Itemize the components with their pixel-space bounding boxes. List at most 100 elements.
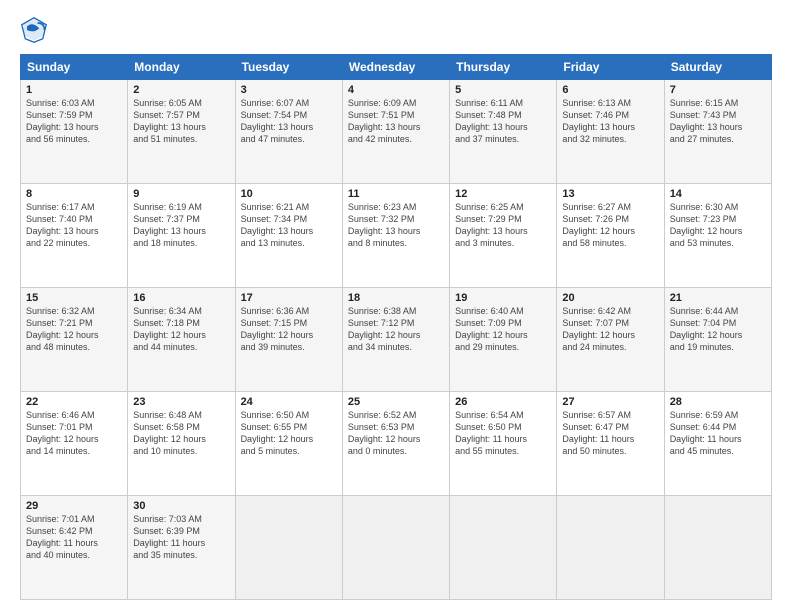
table-row: 5Sunrise: 6:11 AM Sunset: 7:48 PM Daylig… — [450, 80, 557, 184]
col-monday: Monday — [128, 55, 235, 80]
day-number: 4 — [348, 84, 444, 96]
table-row: 7Sunrise: 6:15 AM Sunset: 7:43 PM Daylig… — [664, 80, 771, 184]
day-info: Sunrise: 6:15 AM Sunset: 7:43 PM Dayligh… — [670, 97, 766, 146]
calendar-week-row: 8Sunrise: 6:17 AM Sunset: 7:40 PM Daylig… — [21, 184, 772, 288]
table-row: 18Sunrise: 6:38 AM Sunset: 7:12 PM Dayli… — [342, 288, 449, 392]
day-info: Sunrise: 6:21 AM Sunset: 7:34 PM Dayligh… — [241, 201, 337, 250]
calendar-week-row: 22Sunrise: 6:46 AM Sunset: 7:01 PM Dayli… — [21, 392, 772, 496]
day-info: Sunrise: 6:07 AM Sunset: 7:54 PM Dayligh… — [241, 97, 337, 146]
day-info: Sunrise: 6:09 AM Sunset: 7:51 PM Dayligh… — [348, 97, 444, 146]
table-row: 12Sunrise: 6:25 AM Sunset: 7:29 PM Dayli… — [450, 184, 557, 288]
day-number: 23 — [133, 396, 229, 408]
day-info: Sunrise: 6:52 AM Sunset: 6:53 PM Dayligh… — [348, 409, 444, 458]
table-row: 23Sunrise: 6:48 AM Sunset: 6:58 PM Dayli… — [128, 392, 235, 496]
col-tuesday: Tuesday — [235, 55, 342, 80]
table-row: 28Sunrise: 6:59 AM Sunset: 6:44 PM Dayli… — [664, 392, 771, 496]
table-row: 6Sunrise: 6:13 AM Sunset: 7:46 PM Daylig… — [557, 80, 664, 184]
day-number: 5 — [455, 84, 551, 96]
day-number: 9 — [133, 188, 229, 200]
day-info: Sunrise: 6:11 AM Sunset: 7:48 PM Dayligh… — [455, 97, 551, 146]
calendar-week-row: 1Sunrise: 6:03 AM Sunset: 7:59 PM Daylig… — [21, 80, 772, 184]
day-number: 25 — [348, 396, 444, 408]
logo — [20, 16, 54, 44]
table-row: 30Sunrise: 7:03 AM Sunset: 6:39 PM Dayli… — [128, 496, 235, 600]
day-info: Sunrise: 6:44 AM Sunset: 7:04 PM Dayligh… — [670, 305, 766, 354]
col-thursday: Thursday — [450, 55, 557, 80]
table-row: 24Sunrise: 6:50 AM Sunset: 6:55 PM Dayli… — [235, 392, 342, 496]
day-number: 12 — [455, 188, 551, 200]
table-row: 14Sunrise: 6:30 AM Sunset: 7:23 PM Dayli… — [664, 184, 771, 288]
table-row: 27Sunrise: 6:57 AM Sunset: 6:47 PM Dayli… — [557, 392, 664, 496]
day-info: Sunrise: 7:03 AM Sunset: 6:39 PM Dayligh… — [133, 513, 229, 562]
day-number: 15 — [26, 292, 122, 304]
day-number: 18 — [348, 292, 444, 304]
day-number: 22 — [26, 396, 122, 408]
header — [20, 16, 772, 44]
day-number: 7 — [670, 84, 766, 96]
table-row: 21Sunrise: 6:44 AM Sunset: 7:04 PM Dayli… — [664, 288, 771, 392]
day-number: 1 — [26, 84, 122, 96]
day-info: Sunrise: 6:46 AM Sunset: 7:01 PM Dayligh… — [26, 409, 122, 458]
table-row: 25Sunrise: 6:52 AM Sunset: 6:53 PM Dayli… — [342, 392, 449, 496]
table-row: 20Sunrise: 6:42 AM Sunset: 7:07 PM Dayli… — [557, 288, 664, 392]
table-row: 8Sunrise: 6:17 AM Sunset: 7:40 PM Daylig… — [21, 184, 128, 288]
day-number: 3 — [241, 84, 337, 96]
day-info: Sunrise: 6:30 AM Sunset: 7:23 PM Dayligh… — [670, 201, 766, 250]
table-row: 1Sunrise: 6:03 AM Sunset: 7:59 PM Daylig… — [21, 80, 128, 184]
day-number: 16 — [133, 292, 229, 304]
day-info: Sunrise: 6:13 AM Sunset: 7:46 PM Dayligh… — [562, 97, 658, 146]
calendar-header-row: Sunday Monday Tuesday Wednesday Thursday… — [21, 55, 772, 80]
day-number: 29 — [26, 500, 122, 512]
day-info: Sunrise: 6:05 AM Sunset: 7:57 PM Dayligh… — [133, 97, 229, 146]
day-info: Sunrise: 6:36 AM Sunset: 7:15 PM Dayligh… — [241, 305, 337, 354]
table-row: 29Sunrise: 7:01 AM Sunset: 6:42 PM Dayli… — [21, 496, 128, 600]
table-row — [342, 496, 449, 600]
day-number: 19 — [455, 292, 551, 304]
day-number: 13 — [562, 188, 658, 200]
table-row: 4Sunrise: 6:09 AM Sunset: 7:51 PM Daylig… — [342, 80, 449, 184]
table-row — [450, 496, 557, 600]
table-row: 13Sunrise: 6:27 AM Sunset: 7:26 PM Dayli… — [557, 184, 664, 288]
table-row: 10Sunrise: 6:21 AM Sunset: 7:34 PM Dayli… — [235, 184, 342, 288]
day-info: Sunrise: 6:40 AM Sunset: 7:09 PM Dayligh… — [455, 305, 551, 354]
day-number: 6 — [562, 84, 658, 96]
table-row: 3Sunrise: 6:07 AM Sunset: 7:54 PM Daylig… — [235, 80, 342, 184]
table-row: 9Sunrise: 6:19 AM Sunset: 7:37 PM Daylig… — [128, 184, 235, 288]
day-number: 10 — [241, 188, 337, 200]
day-number: 26 — [455, 396, 551, 408]
calendar-week-row: 15Sunrise: 6:32 AM Sunset: 7:21 PM Dayli… — [21, 288, 772, 392]
day-info: Sunrise: 6:17 AM Sunset: 7:40 PM Dayligh… — [26, 201, 122, 250]
col-wednesday: Wednesday — [342, 55, 449, 80]
day-number: 20 — [562, 292, 658, 304]
day-number: 27 — [562, 396, 658, 408]
table-row — [664, 496, 771, 600]
logo-icon — [20, 16, 48, 44]
table-row: 2Sunrise: 6:05 AM Sunset: 7:57 PM Daylig… — [128, 80, 235, 184]
day-info: Sunrise: 7:01 AM Sunset: 6:42 PM Dayligh… — [26, 513, 122, 562]
day-number: 14 — [670, 188, 766, 200]
day-info: Sunrise: 6:57 AM Sunset: 6:47 PM Dayligh… — [562, 409, 658, 458]
calendar-week-row: 29Sunrise: 7:01 AM Sunset: 6:42 PM Dayli… — [21, 496, 772, 600]
table-row: 15Sunrise: 6:32 AM Sunset: 7:21 PM Dayli… — [21, 288, 128, 392]
day-info: Sunrise: 6:54 AM Sunset: 6:50 PM Dayligh… — [455, 409, 551, 458]
day-info: Sunrise: 6:25 AM Sunset: 7:29 PM Dayligh… — [455, 201, 551, 250]
day-number: 24 — [241, 396, 337, 408]
day-info: Sunrise: 6:27 AM Sunset: 7:26 PM Dayligh… — [562, 201, 658, 250]
day-info: Sunrise: 6:38 AM Sunset: 7:12 PM Dayligh… — [348, 305, 444, 354]
table-row: 11Sunrise: 6:23 AM Sunset: 7:32 PM Dayli… — [342, 184, 449, 288]
col-sunday: Sunday — [21, 55, 128, 80]
table-row: 17Sunrise: 6:36 AM Sunset: 7:15 PM Dayli… — [235, 288, 342, 392]
day-number: 21 — [670, 292, 766, 304]
day-number: 28 — [670, 396, 766, 408]
day-number: 30 — [133, 500, 229, 512]
day-info: Sunrise: 6:32 AM Sunset: 7:21 PM Dayligh… — [26, 305, 122, 354]
day-number: 2 — [133, 84, 229, 96]
table-row: 19Sunrise: 6:40 AM Sunset: 7:09 PM Dayli… — [450, 288, 557, 392]
col-saturday: Saturday — [664, 55, 771, 80]
day-number: 17 — [241, 292, 337, 304]
table-row: 16Sunrise: 6:34 AM Sunset: 7:18 PM Dayli… — [128, 288, 235, 392]
day-number: 8 — [26, 188, 122, 200]
table-row — [235, 496, 342, 600]
col-friday: Friday — [557, 55, 664, 80]
table-row: 22Sunrise: 6:46 AM Sunset: 7:01 PM Dayli… — [21, 392, 128, 496]
